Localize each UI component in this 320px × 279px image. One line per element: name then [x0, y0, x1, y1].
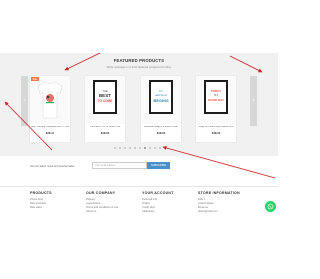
- pagination-dot[interactable]: [124, 147, 126, 149]
- footer-store-info: STORE INFORMATION Kids 1 United States E…: [198, 191, 240, 215]
- pagination-dot[interactable]: [149, 147, 151, 149]
- pagination-dot[interactable]: [119, 147, 121, 149]
- product-price: $28.11: [45, 131, 55, 135]
- product-price: $48.00: [100, 131, 110, 135]
- pagination-dot[interactable]: [139, 147, 141, 149]
- framed-poster: THE BEST TO COME: [93, 80, 117, 114]
- product-card[interactable]: TODAY IS A GOOD DAY Today Is A Good Day …: [196, 76, 236, 142]
- framed-poster: TODAY IS A GOOD DAY: [204, 80, 228, 114]
- whatsapp-chat-button[interactable]: [265, 201, 276, 212]
- footer-link[interactable]: Best sales: [30, 206, 52, 210]
- carousel-next-button[interactable]: ›: [250, 76, 257, 126]
- featured-products-subtitle: Write message or a brief featured produc…: [106, 65, 172, 69]
- page: FEATURED PRODUCTS Write message or a bri…: [0, 0, 278, 279]
- footer-heading: OUR COMPANY: [86, 191, 116, 195]
- footer-account: YOUR ACCOUNT Personal info Orders Credit…: [142, 191, 174, 215]
- footer-heading: STORE INFORMATION: [198, 191, 240, 195]
- footer-link[interactable]: Addresses: [142, 210, 174, 214]
- footer-heading: PRODUCTS: [30, 191, 52, 195]
- pagination-dot[interactable]: [134, 147, 136, 149]
- poster-text: BEGINS: [153, 98, 169, 103]
- pagination-dot[interactable]: [129, 147, 131, 149]
- carousel-pagination: [114, 147, 161, 149]
- carousel-prev-button[interactable]: ‹: [21, 76, 28, 126]
- footer-company: OUR COMPANY Delivery Legal Notice Terms …: [86, 191, 118, 215]
- product-name[interactable]: Today Is A Good Day Framed Print: [197, 126, 235, 128]
- poster-text: IS A: [214, 94, 219, 97]
- poster-text: Adventure: [154, 93, 168, 97]
- footer-heading: YOUR ACCOUNT: [142, 191, 174, 195]
- newsletter-label: Get our latest news and special sales: [30, 165, 75, 168]
- subscribe-button[interactable]: SUBSCRIBE: [147, 162, 170, 169]
- product-card[interactable]: The Adventure BEGINS Adventure Begins Fr…: [141, 76, 181, 142]
- chevron-right-icon: ›: [252, 98, 255, 104]
- product-image[interactable]: THE BEST TO COME: [85, 76, 125, 124]
- product-price: $48.00: [211, 131, 221, 135]
- poster-text: TODAY: [211, 89, 221, 93]
- featured-products-title: FEATURED PRODUCTS: [113, 58, 165, 63]
- product-image[interactable]: [30, 76, 70, 124]
- pagination-dot[interactable]: [154, 147, 156, 149]
- product-name[interactable]: The Best Is Yet To Come Print: [86, 126, 124, 128]
- sale-badge: Sale: [31, 77, 39, 81]
- product-image[interactable]: TODAY IS A GOOD DAY: [196, 76, 236, 124]
- product-card[interactable]: THE BEST TO COME The Best Is Yet To Come…: [85, 76, 125, 142]
- tshirt-image: [37, 81, 63, 119]
- product-name[interactable]: Adventure Begins Framed Poster: [142, 126, 180, 128]
- product-card[interactable]: Sale Stop Thinking Christmas Men's T-Shi…: [30, 76, 70, 142]
- store-email-link[interactable]: demo@mail.com: [198, 210, 240, 214]
- poster-text: BEST: [99, 93, 111, 98]
- footer-products: PRODUCTS Prices drop New products Best s…: [30, 191, 52, 210]
- whatsapp-icon: [267, 203, 274, 210]
- framed-poster: The Adventure BEGINS: [149, 80, 173, 114]
- pagination-dot[interactable]: [159, 147, 161, 149]
- chevron-left-icon: ‹: [23, 98, 26, 104]
- newsletter-email-input[interactable]: Your email address: [92, 162, 147, 169]
- poster-text: GOOD DAY: [208, 98, 224, 102]
- product-image[interactable]: The Adventure BEGINS: [141, 76, 181, 124]
- product-name[interactable]: Stop Thinking Christmas Men's T-Shirt: [31, 126, 69, 128]
- pagination-dot[interactable]: [114, 147, 116, 149]
- footer-link[interactable]: About us: [86, 210, 118, 214]
- product-price: $48.00: [156, 131, 166, 135]
- poster-text: TO COME: [98, 99, 113, 103]
- pagination-dot-active[interactable]: [144, 147, 146, 149]
